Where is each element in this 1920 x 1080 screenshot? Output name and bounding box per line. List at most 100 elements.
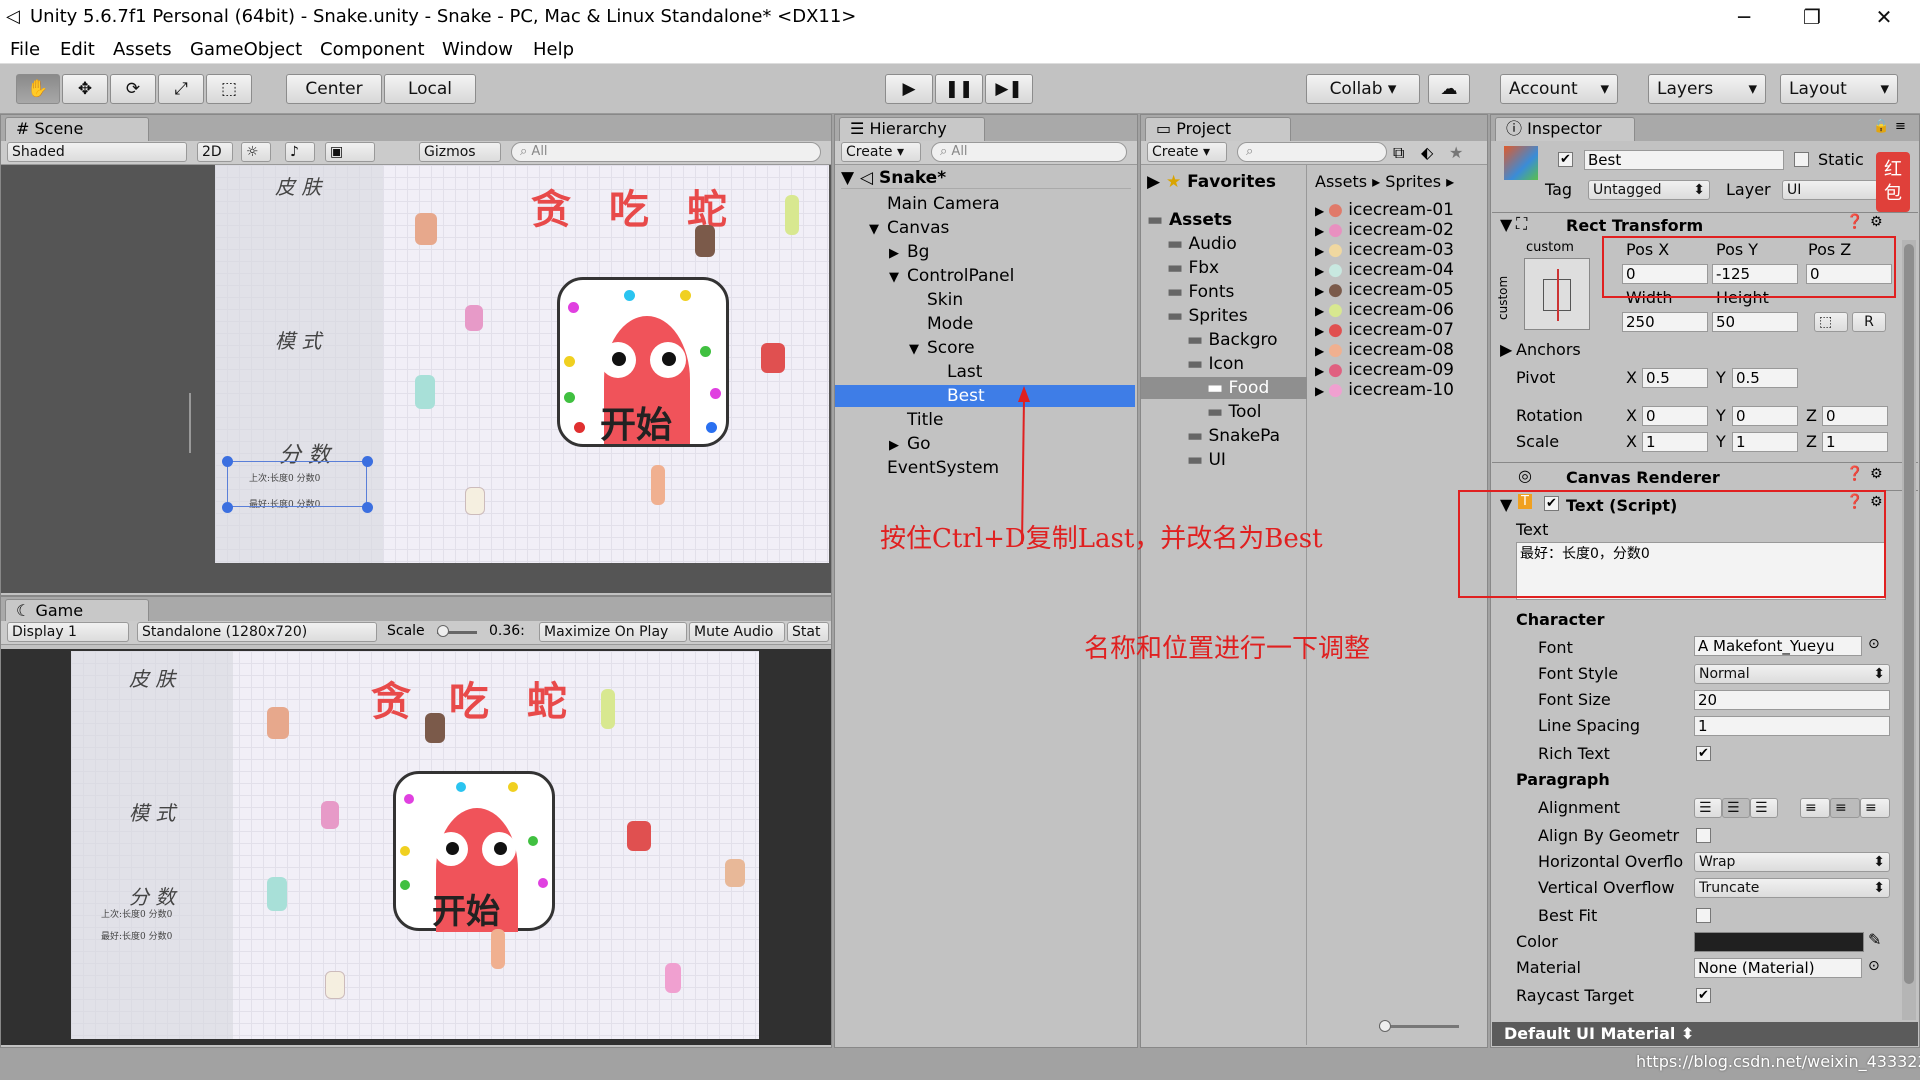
hierarchy-item-eventsystem[interactable]: EventSystem — [835, 457, 1135, 479]
foldout-arrow-icon[interactable]: ▶ — [1315, 264, 1328, 278]
pivot-y-field[interactable]: 0.5 — [1732, 368, 1798, 388]
gameobject-name-input[interactable]: Best — [1584, 150, 1784, 170]
hierarchy-item-mode[interactable]: Mode — [835, 313, 1135, 335]
foldout-arrow-icon[interactable]: ▶ — [1315, 364, 1328, 378]
foldout-arrow-icon[interactable]: ▼ — [889, 267, 907, 289]
asset-item[interactable]: ▶ ● icecream-10 — [1315, 379, 1454, 401]
scale-tool-icon[interactable]: ⤢ — [158, 74, 204, 104]
layout-dropdown[interactable]: Layout ▾ — [1780, 74, 1898, 104]
pivot-x-field[interactable]: 0.5 — [1642, 368, 1708, 388]
toggle-2d[interactable]: 2D — [197, 142, 233, 162]
horizontal-overflow-dropdown[interactable]: Wrap ⬍ — [1694, 852, 1890, 872]
help-icon[interactable]: ❓ — [1846, 214, 1863, 230]
anchor-preset-button[interactable] — [1524, 258, 1590, 330]
minimize-button[interactable]: ─ — [1724, 4, 1764, 32]
foldout-arrow-icon[interactable]: ▶ — [1315, 304, 1328, 318]
resolution-dropdown[interactable]: Standalone (1280x720) — [137, 622, 377, 642]
foldout-arrow-icon[interactable]: ▼ — [869, 219, 887, 241]
hierarchy-item-canvas[interactable]: ▼ Canvas — [835, 217, 1135, 239]
project-folder-fbx[interactable]: ▬ Fbx — [1141, 257, 1307, 279]
asset-item[interactable]: ▶ ● icecream-08 — [1315, 339, 1454, 361]
cloud-icon[interactable]: ☁ — [1428, 74, 1470, 104]
align-bottom-button[interactable]: ≡ — [1860, 798, 1890, 818]
foldout-arrow-icon[interactable]: ▶ — [889, 435, 907, 457]
menu-gameobject[interactable]: GameObject — [190, 39, 302, 60]
hierarchy-item-skin[interactable]: Skin — [835, 289, 1135, 311]
favorite-star-icon[interactable]: ★ — [1449, 143, 1463, 162]
rect-tool-icon[interactable]: ⬚ — [206, 74, 252, 104]
scale-slider-thumb[interactable] — [437, 625, 449, 637]
project-folder-tool[interactable]: ▬ Tool — [1141, 401, 1307, 423]
hierarchy-item-controlpanel[interactable]: ▼ ControlPanel — [835, 265, 1135, 287]
hierarchy-search-input[interactable]: ⌕ All — [931, 142, 1127, 162]
raw-edit-button[interactable]: R — [1852, 312, 1886, 332]
move-tool-icon[interactable]: ✥ — [62, 74, 108, 104]
foldout-arrow-icon[interactable]: ▶ — [1315, 324, 1328, 338]
foldout-arrow-icon[interactable]: ▶ — [1315, 284, 1328, 298]
layer-dropdown[interactable]: UI — [1782, 180, 1878, 200]
hierarchy-item-main-camera[interactable]: Main Camera — [835, 193, 1135, 215]
align-right-button[interactable]: ☰ — [1750, 798, 1778, 818]
eyedropper-icon[interactable]: ✎ — [1868, 930, 1881, 949]
object-picker-icon[interactable]: ⊙ — [1868, 958, 1880, 974]
asset-item[interactable]: ▶ ● icecream-01 — [1315, 199, 1454, 221]
foldout-arrow-icon[interactable]: ▶ — [889, 243, 907, 265]
asset-item[interactable]: ▶ ● icecream-09 — [1315, 359, 1454, 381]
font-field[interactable]: A Makefont_Yueyu — [1694, 636, 1862, 656]
default-material-footer[interactable]: Default UI Material ⬍ — [1492, 1022, 1918, 1046]
hierarchy-item-bg[interactable]: ▶ Bg — [835, 241, 1135, 263]
best-fit-checkbox[interactable] — [1696, 908, 1711, 923]
project-folder-ui[interactable]: ▬ UI — [1141, 449, 1307, 471]
asset-item[interactable]: ▶ ● icecream-03 — [1315, 239, 1454, 261]
rect-handle-box[interactable] — [227, 461, 367, 507]
hierarchy-item-last[interactable]: Last — [835, 361, 1135, 383]
project-folder-icon[interactable]: ▬ Icon — [1141, 353, 1307, 375]
scale-z-field[interactable]: 1 — [1822, 432, 1888, 452]
anchors-foldout[interactable]: ▶ — [1500, 340, 1512, 359]
rotate-tool-icon[interactable]: ⟳ — [110, 74, 156, 104]
foldout-arrow-icon[interactable]: ▶ — [1315, 244, 1328, 258]
close-button[interactable]: ✕ — [1864, 4, 1904, 32]
project-create-dropdown[interactable]: Create ▾ — [1147, 142, 1227, 162]
stats-toggle[interactable]: Stat — [787, 622, 829, 642]
tab-game[interactable]: ☾ Game — [5, 599, 149, 623]
gizmos-dropdown[interactable]: Gizmos — [419, 142, 501, 162]
object-picker-icon[interactable]: ⊙ — [1868, 636, 1880, 652]
inspector-scroll-thumb[interactable] — [1904, 244, 1914, 984]
menu-edit[interactable]: Edit — [60, 39, 95, 60]
pause-button[interactable]: ❚❚ — [935, 74, 983, 104]
active-checkbox[interactable]: ✔ — [1558, 152, 1573, 167]
filter-type-icon[interactable]: ⧉ — [1393, 143, 1404, 163]
hierarchy-item-best[interactable]: Best — [835, 385, 1135, 407]
vertical-overflow-dropdown[interactable]: Truncate ⬍ — [1694, 878, 1890, 898]
foldout-arrow-icon[interactable]: ▶ — [1315, 204, 1328, 218]
foldout-arrow-icon[interactable]: ▶ — [1315, 224, 1328, 238]
settings-gear-icon[interactable]: ⚙ — [1870, 214, 1883, 230]
rot-x-field[interactable]: 0 — [1642, 406, 1708, 426]
height-field[interactable]: 50 — [1712, 312, 1798, 332]
project-folder-food[interactable]: ▬ Food — [1141, 377, 1307, 399]
asset-item[interactable]: ▶ ● icecream-07 — [1315, 319, 1454, 341]
help-icon[interactable]: ❓ — [1846, 466, 1863, 482]
tab-project[interactable]: ▭ Project — [1145, 117, 1291, 141]
inspector-scrollbar[interactable] — [1902, 240, 1916, 1020]
hierarchy-item-go[interactable]: ▶ Go — [835, 433, 1135, 455]
lighting-icon[interactable]: ☼ — [241, 142, 271, 162]
breadcrumb-assets[interactable]: Assets — [1315, 172, 1367, 191]
project-folder-backgro[interactable]: ▬ Backgro — [1141, 329, 1307, 351]
tab-hierarchy[interactable]: ☰ Hierarchy — [839, 117, 985, 141]
restore-button[interactable]: ❐ — [1792, 4, 1832, 32]
tab-scene[interactable]: # Scene — [5, 117, 149, 141]
favorites-node[interactable]: ▶ ★ Favorites — [1147, 171, 1276, 193]
asset-item[interactable]: ▶ ● icecream-06 — [1315, 299, 1454, 321]
project-folder-fonts[interactable]: ▬ Fonts — [1141, 281, 1307, 303]
width-field[interactable]: 250 — [1622, 312, 1708, 332]
step-button[interactable]: ▶❚ — [985, 74, 1033, 104]
red-packet-badge[interactable]: 红包 — [1876, 152, 1910, 212]
font-size-field[interactable]: 20 — [1694, 690, 1890, 710]
foldout-arrow-icon[interactable]: ▶ — [1315, 344, 1328, 358]
hierarchy-create-dropdown[interactable]: Create ▾ — [841, 142, 921, 162]
rich-text-checkbox[interactable]: ✔ — [1696, 746, 1711, 761]
pivot-local-button[interactable]: Local — [384, 74, 476, 104]
settings-gear-icon[interactable]: ⚙ — [1870, 466, 1883, 482]
